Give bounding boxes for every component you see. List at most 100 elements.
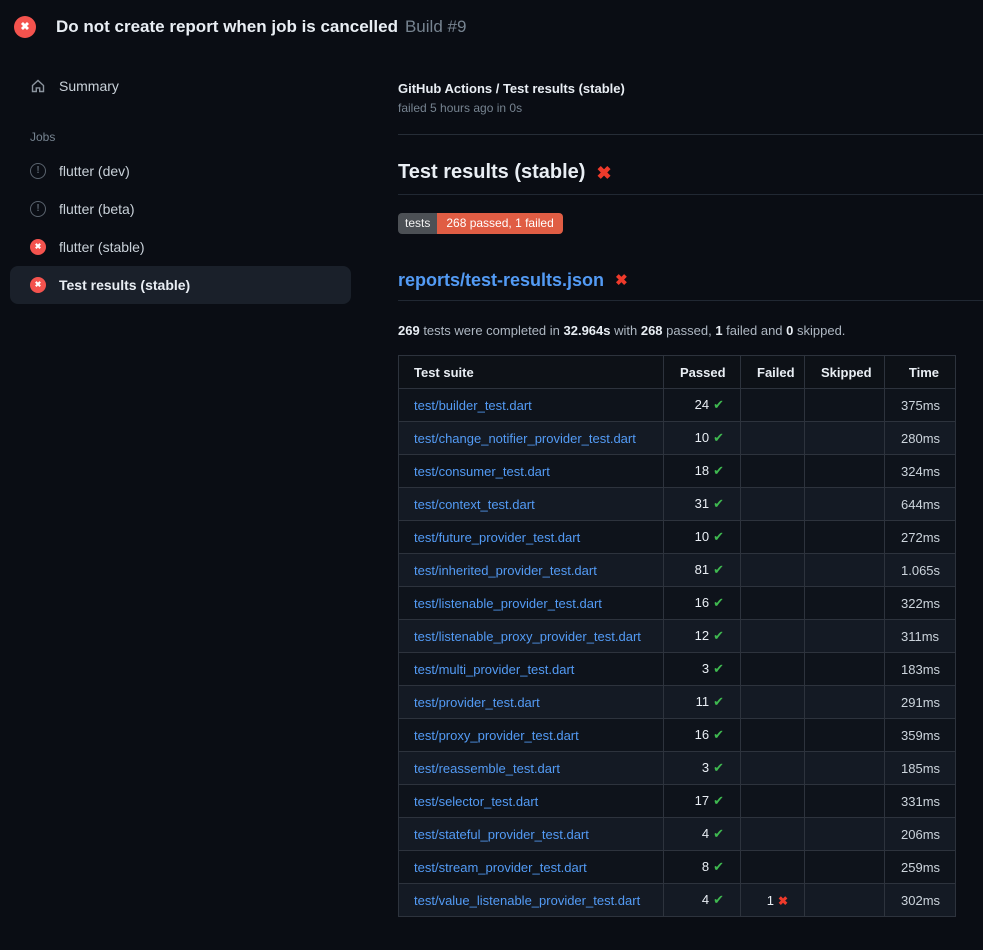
failed-cell [741,653,805,686]
sidebar-summary-label: Summary [59,78,119,94]
suite-cell: test/consumer_test.dart [399,455,664,488]
skipped-cell [805,719,885,752]
table-row: test/context_test.dart31✔644ms [399,488,956,521]
skipped-cell [805,488,885,521]
build-header: ✖ Do not create report when job is cance… [0,0,983,48]
test-suite-link[interactable]: test/listenable_proxy_provider_test.dart [414,629,641,644]
test-suite-link[interactable]: test/future_provider_test.dart [414,530,580,545]
suite-cell: test/proxy_provider_test.dart [399,719,664,752]
report-heading[interactable]: reports/test-results.json ✖ [398,270,983,301]
failed-x-circle-icon: ✖ [30,239,46,255]
sidebar-item-job[interactable]: !flutter (beta) [10,190,351,228]
test-suite-link[interactable]: test/reassemble_test.dart [414,761,560,776]
skipped-cell [805,620,885,653]
failed-cell [741,587,805,620]
passed-cell: 3✔ [664,752,741,785]
test-suite-link[interactable]: test/change_notifier_provider_test.dart [414,431,636,446]
job-label: flutter (beta) [59,201,134,217]
check-icon: ✔ [713,727,724,742]
failed-cell [741,719,805,752]
check-icon: ✔ [713,661,724,676]
jobs-list: ! flutter (dev) !flutter (beta)✖flutter (s… [10,152,390,304]
suite-cell: test/listenable_provider_test.dart [399,587,664,620]
passed-count: 10 [695,430,709,445]
test-suite-link[interactable]: test/provider_test.dart [414,695,540,710]
section-title: Test results (stable) [398,161,585,184]
x-icon: ✖ [778,894,788,908]
test-suite-link[interactable]: test/stateful_provider_test.dart [414,827,589,842]
sidebar: Summary Jobs ! flutter (dev) !flutter (bet… [0,48,390,304]
jobs-section-label: Jobs [30,130,390,144]
time-cell: 259ms [885,851,956,884]
passed-cell: 3✔ [664,653,741,686]
cross-mark-icon: ✖ [615,273,628,288]
passed-cell: 16✔ [664,719,741,752]
check-icon: ✔ [713,562,724,577]
check-icon: ✔ [713,760,724,775]
passed-cell: 12✔ [664,620,741,653]
skipped-cell [805,455,885,488]
table-row: test/builder_test.dart24✔375ms [399,389,956,422]
table-row: test/inherited_provider_test.dart81✔1.06… [399,554,956,587]
failed-count: 1 [767,893,774,908]
table-row: test/value_listenable_provider_test.dart… [399,884,956,917]
job-label: Test results (stable) [59,277,190,293]
test-suite-link[interactable]: test/builder_test.dart [414,398,532,413]
skipped-cell [805,389,885,422]
check-icon: ✔ [713,694,724,709]
test-suite-link[interactable]: test/stream_provider_test.dart [414,860,587,875]
test-suite-link[interactable]: test/inherited_provider_test.dart [414,563,597,578]
cross-mark-icon: ✖ [596,164,611,182]
check-icon: ✔ [713,397,724,412]
passed-cell: 8✔ [664,851,741,884]
report-title-link[interactable]: reports/test-results.json [398,270,604,291]
build-title: Do not create report when job is cancell… [56,17,398,36]
job-label: flutter (dev) [59,163,130,179]
check-icon: ✔ [713,793,724,808]
sidebar-item-job[interactable]: ✖flutter (stable) [10,228,351,266]
time-cell: 359ms [885,719,956,752]
badge-label: tests [398,213,437,234]
neutral-exclamation-circle-icon: ! [30,163,46,179]
test-suite-link[interactable]: test/value_listenable_provider_test.dart [414,893,640,908]
divider [398,134,983,135]
summary-number: 269 [398,323,420,338]
test-suite-link[interactable]: test/proxy_provider_test.dart [414,728,579,743]
passed-count: 24 [695,397,709,412]
sidebar-item-job[interactable]: ✖Test results (stable) [10,266,351,304]
check-icon: ✔ [713,892,724,907]
passed-cell: 4✔ [664,884,741,917]
summary-text: with [611,323,641,338]
summary-number: 268 [641,323,663,338]
suite-cell: test/stream_provider_test.dart [399,851,664,884]
skipped-cell [805,818,885,851]
run-meta: failed 5 hours ago in 0s [398,101,983,115]
passed-count: 11 [696,694,710,709]
test-suite-link[interactable]: test/selector_test.dart [414,794,538,809]
suite-cell: test/change_notifier_provider_test.dart [399,422,664,455]
time-cell: 1.065s [885,554,956,587]
test-suite-link[interactable]: test/multi_provider_test.dart [414,662,574,677]
suite-cell: test/value_listenable_provider_test.dart [399,884,664,917]
table-row: test/listenable_provider_test.dart16✔322… [399,587,956,620]
failed-cell [741,752,805,785]
column-test-suite: Test suite [399,356,664,389]
suite-cell: test/future_provider_test.dart [399,521,664,554]
test-suite-link[interactable]: test/listenable_provider_test.dart [414,596,602,611]
suite-cell: test/context_test.dart [399,488,664,521]
passed-cell: 31✔ [664,488,741,521]
failed-cell [741,422,805,455]
test-suite-link[interactable]: test/context_test.dart [414,497,535,512]
test-suite-link[interactable]: test/consumer_test.dart [414,464,550,479]
section-heading: Test results (stable) ✖ [398,161,983,195]
column-passed: Passed [664,356,741,389]
check-icon: ✔ [713,529,724,544]
table-row: test/proxy_provider_test.dart 16✔ 359ms [399,719,956,752]
failed-x-circle-icon: ✖ [14,16,36,38]
sidebar-item-summary[interactable]: Summary [10,70,390,102]
sidebar-item-job[interactable]: ! flutter (dev) [10,152,351,190]
passed-cell: 24 ✔ [664,389,741,422]
passed-cell: 17✔ [664,785,741,818]
summary-text: passed, [663,323,716,338]
failed-cell [741,554,805,587]
